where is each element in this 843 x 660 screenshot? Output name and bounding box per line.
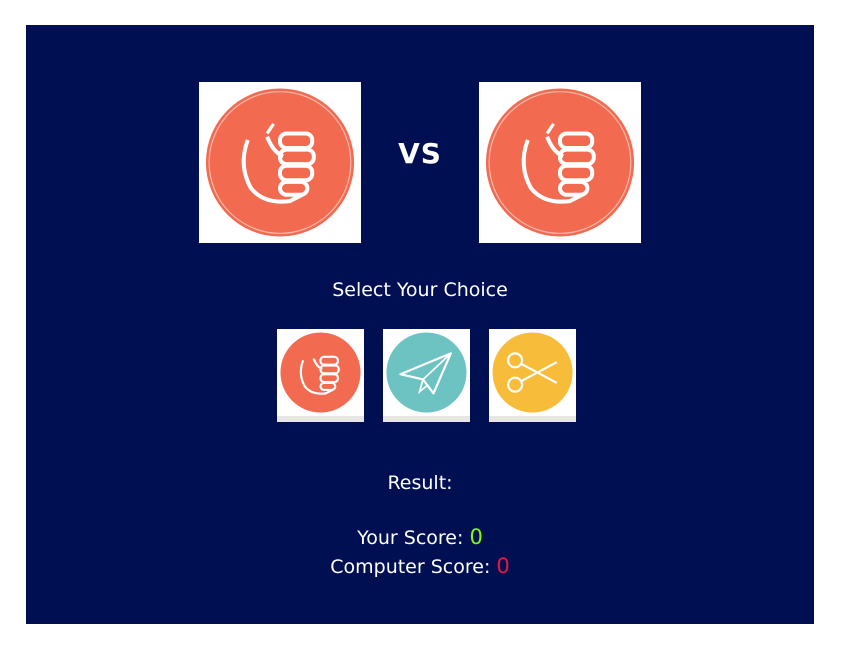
paper-plane-icon [386,332,467,413]
rock-fist-icon [205,88,355,237]
game-panel: VS Select Your Choice Result: Your Score… [26,25,814,624]
choice-rock-button[interactable] [277,329,364,422]
computer-score-label: Computer Score: [330,556,491,578]
player-score-line: Your Score: 0 [26,525,814,549]
choice-paper-button[interactable] [383,329,470,422]
rock-fist-icon [280,332,361,413]
computer-score-line: Computer Score: 0 [26,554,814,578]
rock-fist-icon [485,88,635,237]
player-score-label: Your Score: [357,527,464,549]
choice-scissors-button[interactable] [489,329,576,422]
player-choice-card [199,82,361,243]
computer-choice-card [479,82,641,243]
versus-label: VS [398,137,442,170]
select-choice-label: Select Your Choice [332,279,508,301]
player-score-value: 0 [469,525,483,549]
result-label: Result: [387,472,453,494]
computer-score-value: 0 [496,554,510,578]
scissors-icon [492,332,573,413]
